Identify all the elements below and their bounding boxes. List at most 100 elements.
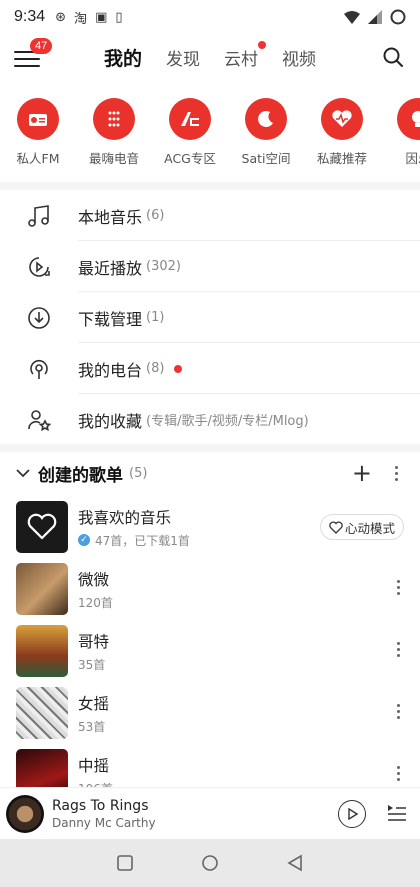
- battery-icon: [390, 9, 406, 25]
- menu-label: 我的电台: [78, 360, 143, 380]
- playlist-name: 女摇: [78, 694, 110, 713]
- playlist-item[interactable]: 我喜欢的音乐 ✓ 47首，已下载1首 心动模式: [0, 496, 420, 558]
- heartbeat-mode-label: 心动模式: [344, 520, 395, 536]
- playlist-cover: [16, 687, 68, 739]
- menu-count: (1): [146, 310, 165, 325]
- downloaded-check-icon: ✓: [78, 534, 90, 546]
- menu-count: (302): [146, 259, 181, 274]
- home-icon[interactable]: [201, 854, 219, 872]
- download-icon: [0, 305, 78, 331]
- channel-acg[interactable]: ACG专区: [152, 98, 228, 167]
- more-icon[interactable]: [397, 704, 400, 719]
- dots-grid-icon: [93, 98, 135, 140]
- signal-icon: [368, 10, 382, 24]
- playlists-count: (5): [129, 465, 148, 481]
- playlist-item[interactable]: 女摇 53首: [0, 682, 420, 744]
- menu-recent-play[interactable]: 最近播放 (302): [0, 241, 420, 292]
- playlist-meta: 35首: [78, 657, 106, 672]
- main-tabs: 我的 发现 云村 视频: [104, 41, 316, 71]
- playlist-list: 我喜欢的音乐 ✓ 47首，已下载1首 心动模式 微微 120首 哥特 35首 女摇…: [0, 496, 420, 806]
- album-disc[interactable]: [6, 794, 44, 833]
- channel-sati[interactable]: Sati空间: [228, 98, 304, 167]
- tab-mine[interactable]: 我的: [104, 44, 142, 71]
- heart-icon: [27, 513, 57, 540]
- menu-label: 我的收藏: [78, 411, 143, 431]
- playlist-cover: [16, 625, 68, 677]
- top-nav: 47 我的 发现 云村 视频: [0, 34, 420, 84]
- music-note-icon: [0, 203, 78, 229]
- playlist-item[interactable]: 哥特 35首: [0, 620, 420, 682]
- mini-player[interactable]: Rags To Rings Danny Mc Carthy: [0, 787, 420, 839]
- divider: [0, 182, 420, 190]
- channel-edm[interactable]: 最嗨电音: [76, 98, 152, 167]
- chevron-down-icon[interactable]: [14, 464, 32, 482]
- my-music-menu: 本地音乐 (6) 最近播放 (302) 下载管理 (1) 我的电台 (8) 我的…: [0, 190, 420, 445]
- radio-station-icon: [0, 356, 78, 382]
- playlist-cover: [16, 501, 68, 553]
- play-button[interactable]: [338, 800, 366, 828]
- playlist-meta: 120首: [78, 595, 113, 610]
- channel-label: Sati空间: [241, 151, 291, 166]
- playlist-meta: 53首: [78, 719, 106, 734]
- menu-favorites[interactable]: 我的收藏 (专辑/歌手/视频/专栏/Mlog): [0, 394, 420, 445]
- playlist-item[interactable]: 微微 120首: [0, 558, 420, 620]
- playlist-meta: 47首，已下载1首: [95, 533, 190, 548]
- channel-label: 因乐: [405, 151, 420, 166]
- menu-label: 本地音乐: [78, 207, 143, 227]
- recents-icon[interactable]: [117, 855, 133, 871]
- play-icon: [348, 808, 358, 820]
- acg-icon: [169, 98, 211, 140]
- menu-my-radio[interactable]: 我的电台 (8): [0, 343, 420, 394]
- playlist-queue-icon[interactable]: [386, 802, 408, 824]
- menu-count: (专辑/歌手/视频/专栏/Mlog): [146, 414, 309, 429]
- heartbeat-mode-button[interactable]: 心动模式: [319, 514, 404, 540]
- menu-download[interactable]: 下载管理 (1): [0, 292, 420, 343]
- favorites-icon: [0, 407, 78, 433]
- more-icon[interactable]: [397, 766, 400, 781]
- menu-label: 下载管理: [78, 309, 143, 329]
- moon-icon: [245, 98, 287, 140]
- more-icon[interactable]: [397, 580, 400, 595]
- wifi-icon: [344, 10, 360, 24]
- tab-dot: [258, 41, 267, 49]
- channel-private-picks[interactable]: 私藏推荐: [304, 98, 380, 167]
- recent-play-icon: [0, 254, 78, 280]
- menu-count: (8): [146, 361, 165, 376]
- more-icon[interactable]: [397, 642, 400, 657]
- player-song-title: Rags To Rings: [52, 797, 149, 814]
- channel-yinyue[interactable]: 因乐: [380, 98, 420, 167]
- tab-cloud-village[interactable]: 云村: [224, 41, 267, 70]
- tab-cloud-village-label: 云村: [224, 50, 259, 70]
- tab-discover[interactable]: 发现: [166, 45, 200, 70]
- channel-personal-fm[interactable]: 私人FM: [0, 98, 76, 167]
- playlist-name: 哥特: [78, 632, 110, 651]
- radio-icon: [17, 98, 59, 140]
- tab-video[interactable]: 视频: [282, 45, 316, 70]
- search-icon[interactable]: [382, 46, 404, 68]
- channel-label: 私藏推荐: [316, 151, 367, 166]
- player-artist: Danny Mc Carthy: [52, 815, 156, 830]
- divider: [0, 444, 420, 452]
- playlists-title: 创建的歌单: [38, 465, 123, 486]
- heartbeat-icon: [321, 98, 363, 140]
- status-bar: 9:34 ⊛ 淘 ▣ ▯: [0, 0, 420, 34]
- back-icon[interactable]: [287, 854, 303, 872]
- add-playlist-button[interactable]: +: [352, 461, 372, 485]
- new-dot: [174, 364, 183, 373]
- channel-label: 最嗨电音: [88, 151, 139, 166]
- heart-icon: [329, 520, 343, 534]
- menu-local-music[interactable]: 本地音乐 (6): [0, 190, 420, 241]
- menu-count: (6): [146, 208, 165, 223]
- more-icon[interactable]: [395, 466, 398, 481]
- playlist-name: 我喜欢的音乐: [78, 508, 172, 527]
- created-playlists-header[interactable]: 创建的歌单 (5) +: [0, 452, 420, 494]
- system-nav-bar: [0, 839, 420, 887]
- image-icon: ▣: [95, 9, 108, 25]
- channel-row: 私人FM 最嗨电音 ACG专区 Sati空间 私藏推荐 因乐: [0, 98, 420, 180]
- channel-label: ACG专区: [164, 151, 216, 166]
- taobao-icon: 淘: [74, 11, 88, 27]
- phone-icon: ▯: [115, 9, 123, 25]
- netease-notify-icon: ⊛: [55, 9, 67, 25]
- playlist-name: 微微: [78, 570, 110, 589]
- menu-label: 最近播放: [78, 258, 143, 278]
